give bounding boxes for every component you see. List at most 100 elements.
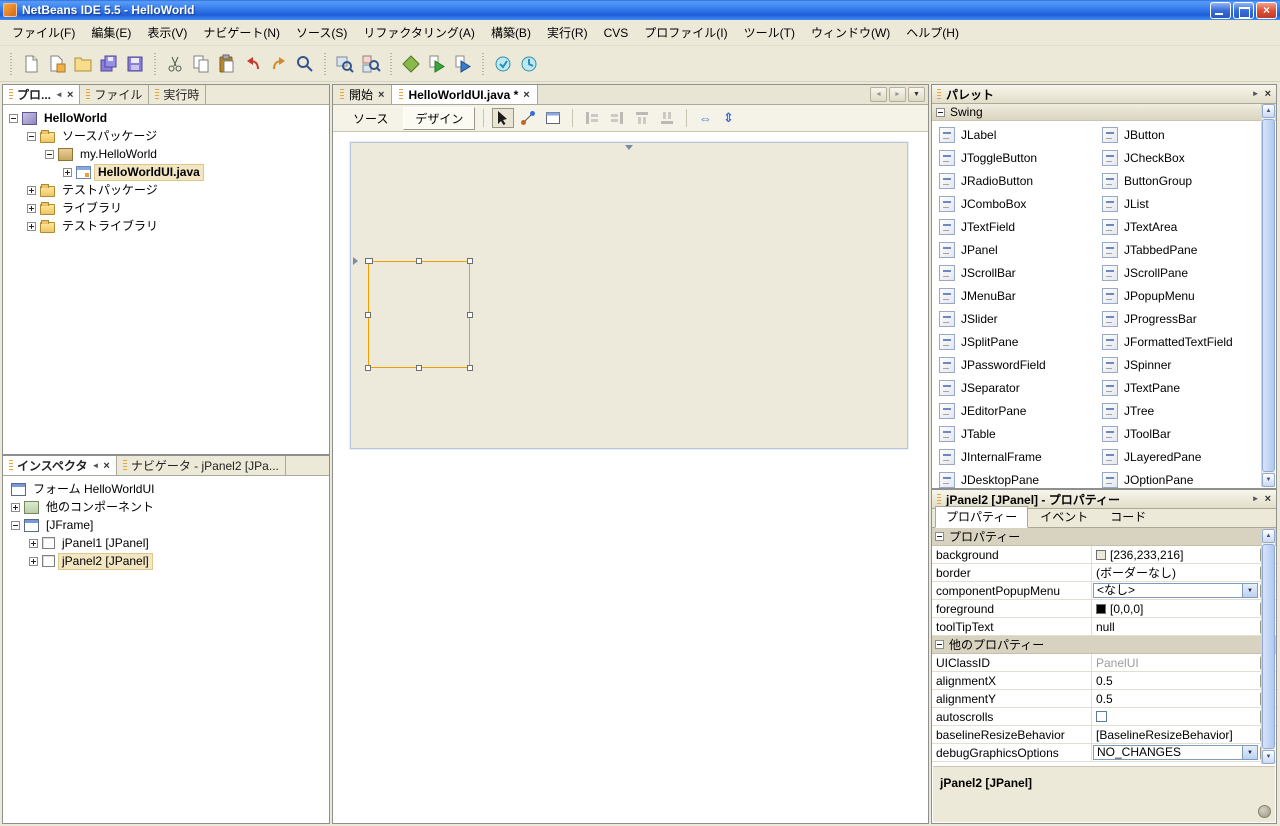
palette-item[interactable]: JTextArea — [1097, 215, 1260, 238]
property-row-tooltiptext[interactable]: toolTipText null ... — [932, 618, 1276, 636]
align-top-icon[interactable] — [631, 108, 653, 128]
scroll-down-icon[interactable] — [1262, 750, 1275, 764]
design-view-button[interactable]: デザイン — [403, 107, 475, 130]
checkbox-unchecked[interactable] — [1096, 711, 1107, 722]
resize-vertical-icon[interactable]: ⇕ — [718, 108, 738, 128]
property-value[interactable]: 0.5 — [1092, 690, 1260, 707]
scroll-tabs-right-icon[interactable] — [889, 87, 906, 102]
find-in-projects-icon[interactable] — [332, 51, 358, 77]
tab-list-dropdown-icon[interactable] — [908, 87, 925, 102]
cut-icon[interactable] — [162, 51, 188, 77]
scroll-up-icon[interactable] — [1262, 104, 1275, 118]
palette-item[interactable]: JLabel — [934, 123, 1097, 146]
palette-item[interactable]: JPanel — [934, 238, 1097, 261]
tree-row-form[interactable]: フォーム HelloWorldUI — [3, 480, 329, 498]
palette-item[interactable]: JMenuBar — [934, 284, 1097, 307]
menu-window[interactable]: ウィンドウ(W) — [803, 21, 898, 44]
tab-code[interactable]: コード — [1100, 507, 1156, 527]
scroll-down-icon[interactable] — [1262, 473, 1275, 487]
tree-row-test-libraries[interactable]: テストライブラリ — [3, 217, 329, 235]
palette-item[interactable]: JToggleButton — [934, 146, 1097, 169]
toolbar-grip[interactable] — [322, 53, 328, 75]
copy-icon[interactable] — [188, 51, 214, 77]
tree-row-source-packages[interactable]: ソースパッケージ — [3, 127, 329, 145]
palette-item[interactable]: JTree — [1097, 399, 1260, 422]
palette-item[interactable]: JSpinner — [1097, 353, 1260, 376]
menu-build[interactable]: 構築(B) — [483, 21, 539, 44]
tree-row-libraries[interactable]: ライブラリ — [3, 199, 329, 217]
undo-icon[interactable] — [240, 51, 266, 77]
palette-item[interactable]: JLayeredPane — [1097, 445, 1260, 468]
menu-run[interactable]: 実行(R) — [539, 21, 596, 44]
profile-clock-icon[interactable] — [516, 51, 542, 77]
close-tab-icon[interactable]: × — [378, 91, 384, 99]
preview-design-icon[interactable] — [542, 108, 564, 128]
property-value[interactable]: [236,233,216] — [1092, 546, 1260, 563]
toolbar-grip[interactable] — [480, 53, 486, 75]
menu-profile[interactable]: プロファイル(I) — [636, 21, 735, 44]
scrollbar-thumb[interactable] — [1262, 544, 1275, 749]
palette-item[interactable]: JOptionPane — [1097, 468, 1260, 489]
expand-toggle[interactable] — [11, 503, 20, 512]
collapse-toggle[interactable] — [935, 532, 944, 541]
palette-item[interactable]: JInternalFrame — [934, 445, 1097, 468]
palette-item[interactable]: JTextField — [934, 215, 1097, 238]
menu-source[interactable]: ソース(S) — [288, 21, 355, 44]
collapse-toggle[interactable] — [11, 521, 20, 530]
open-project-icon[interactable] — [70, 51, 96, 77]
palette-header[interactable]: パレット × — [932, 85, 1276, 104]
expand-toggle[interactable] — [29, 539, 38, 548]
property-row-componentpopupmenu[interactable]: componentPopupMenu <なし> ... — [932, 582, 1276, 600]
property-value[interactable] — [1092, 708, 1260, 725]
palette-item[interactable]: JDesktopPane — [934, 468, 1097, 489]
tab-events[interactable]: イベント — [1030, 507, 1098, 527]
find-icon[interactable] — [292, 51, 318, 77]
paste-icon[interactable] — [214, 51, 240, 77]
property-row-border[interactable]: border (ボーダーなし) ... — [932, 564, 1276, 582]
property-value[interactable]: <なし> — [1092, 582, 1260, 599]
palette-item[interactable]: JScrollPane — [1097, 261, 1260, 284]
align-bottom-icon[interactable] — [656, 108, 678, 128]
expand-toggle[interactable] — [63, 168, 72, 177]
expand-toggle[interactable] — [27, 186, 36, 195]
dropdown-arrow-icon[interactable] — [1242, 584, 1257, 597]
tab-files[interactable]: ファイル — [80, 85, 149, 104]
collapse-toggle[interactable] — [9, 114, 18, 123]
menu-navigate[interactable]: ナビゲート(N) — [195, 21, 288, 44]
source-view-button[interactable]: ソース — [341, 107, 400, 130]
resize-handle[interactable] — [365, 312, 371, 318]
property-row-foreground[interactable]: foreground [0,0,0] ... — [932, 600, 1276, 618]
resize-handle[interactable] — [467, 312, 473, 318]
collapse-toggle[interactable] — [935, 640, 944, 649]
palette-item[interactable]: JPopupMenu — [1097, 284, 1260, 307]
property-value[interactable]: PanelUI — [1092, 654, 1260, 671]
close-window-icon[interactable]: × — [1265, 495, 1271, 503]
tree-row-helloworld[interactable]: HelloWorld — [3, 109, 329, 127]
value-combobox[interactable]: NO_CHANGES — [1093, 745, 1258, 760]
tab-runtime[interactable]: 実行時 — [149, 85, 206, 104]
tab-properties[interactable]: プロパティー — [935, 506, 1028, 528]
property-group-properties[interactable]: プロパティー — [932, 528, 1276, 546]
property-value[interactable]: [0,0,0] — [1092, 600, 1260, 617]
toolbar-grip[interactable] — [8, 53, 14, 75]
connection-mode-icon[interactable] — [517, 108, 539, 128]
design-canvas[interactable] — [334, 133, 927, 822]
expand-toggle[interactable] — [29, 557, 38, 566]
menu-refactor[interactable]: リファクタリング(A) — [355, 21, 483, 44]
property-value[interactable]: 0.5 — [1092, 672, 1260, 689]
close-window-icon[interactable]: × — [1265, 90, 1271, 98]
profile-icon[interactable] — [490, 51, 516, 77]
build-project-icon[interactable] — [398, 51, 424, 77]
menu-view[interactable]: 表示(V) — [139, 21, 195, 44]
resize-horizontal-icon[interactable]: ⇔ — [695, 108, 715, 128]
collapse-toggle[interactable] — [27, 132, 36, 141]
palette-item[interactable]: JFormattedTextField — [1097, 330, 1260, 353]
resize-handle[interactable] — [365, 258, 373, 264]
run-project-icon[interactable] — [424, 51, 450, 77]
palette-item[interactable]: JList — [1097, 192, 1260, 215]
expand-toggle[interactable] — [27, 222, 36, 231]
property-group-other[interactable]: 他のプロパティー — [932, 636, 1276, 654]
jframe-form[interactable] — [350, 142, 908, 449]
menu-help[interactable]: ヘルプ(H) — [898, 21, 967, 44]
collapse-toggle[interactable] — [45, 150, 54, 159]
